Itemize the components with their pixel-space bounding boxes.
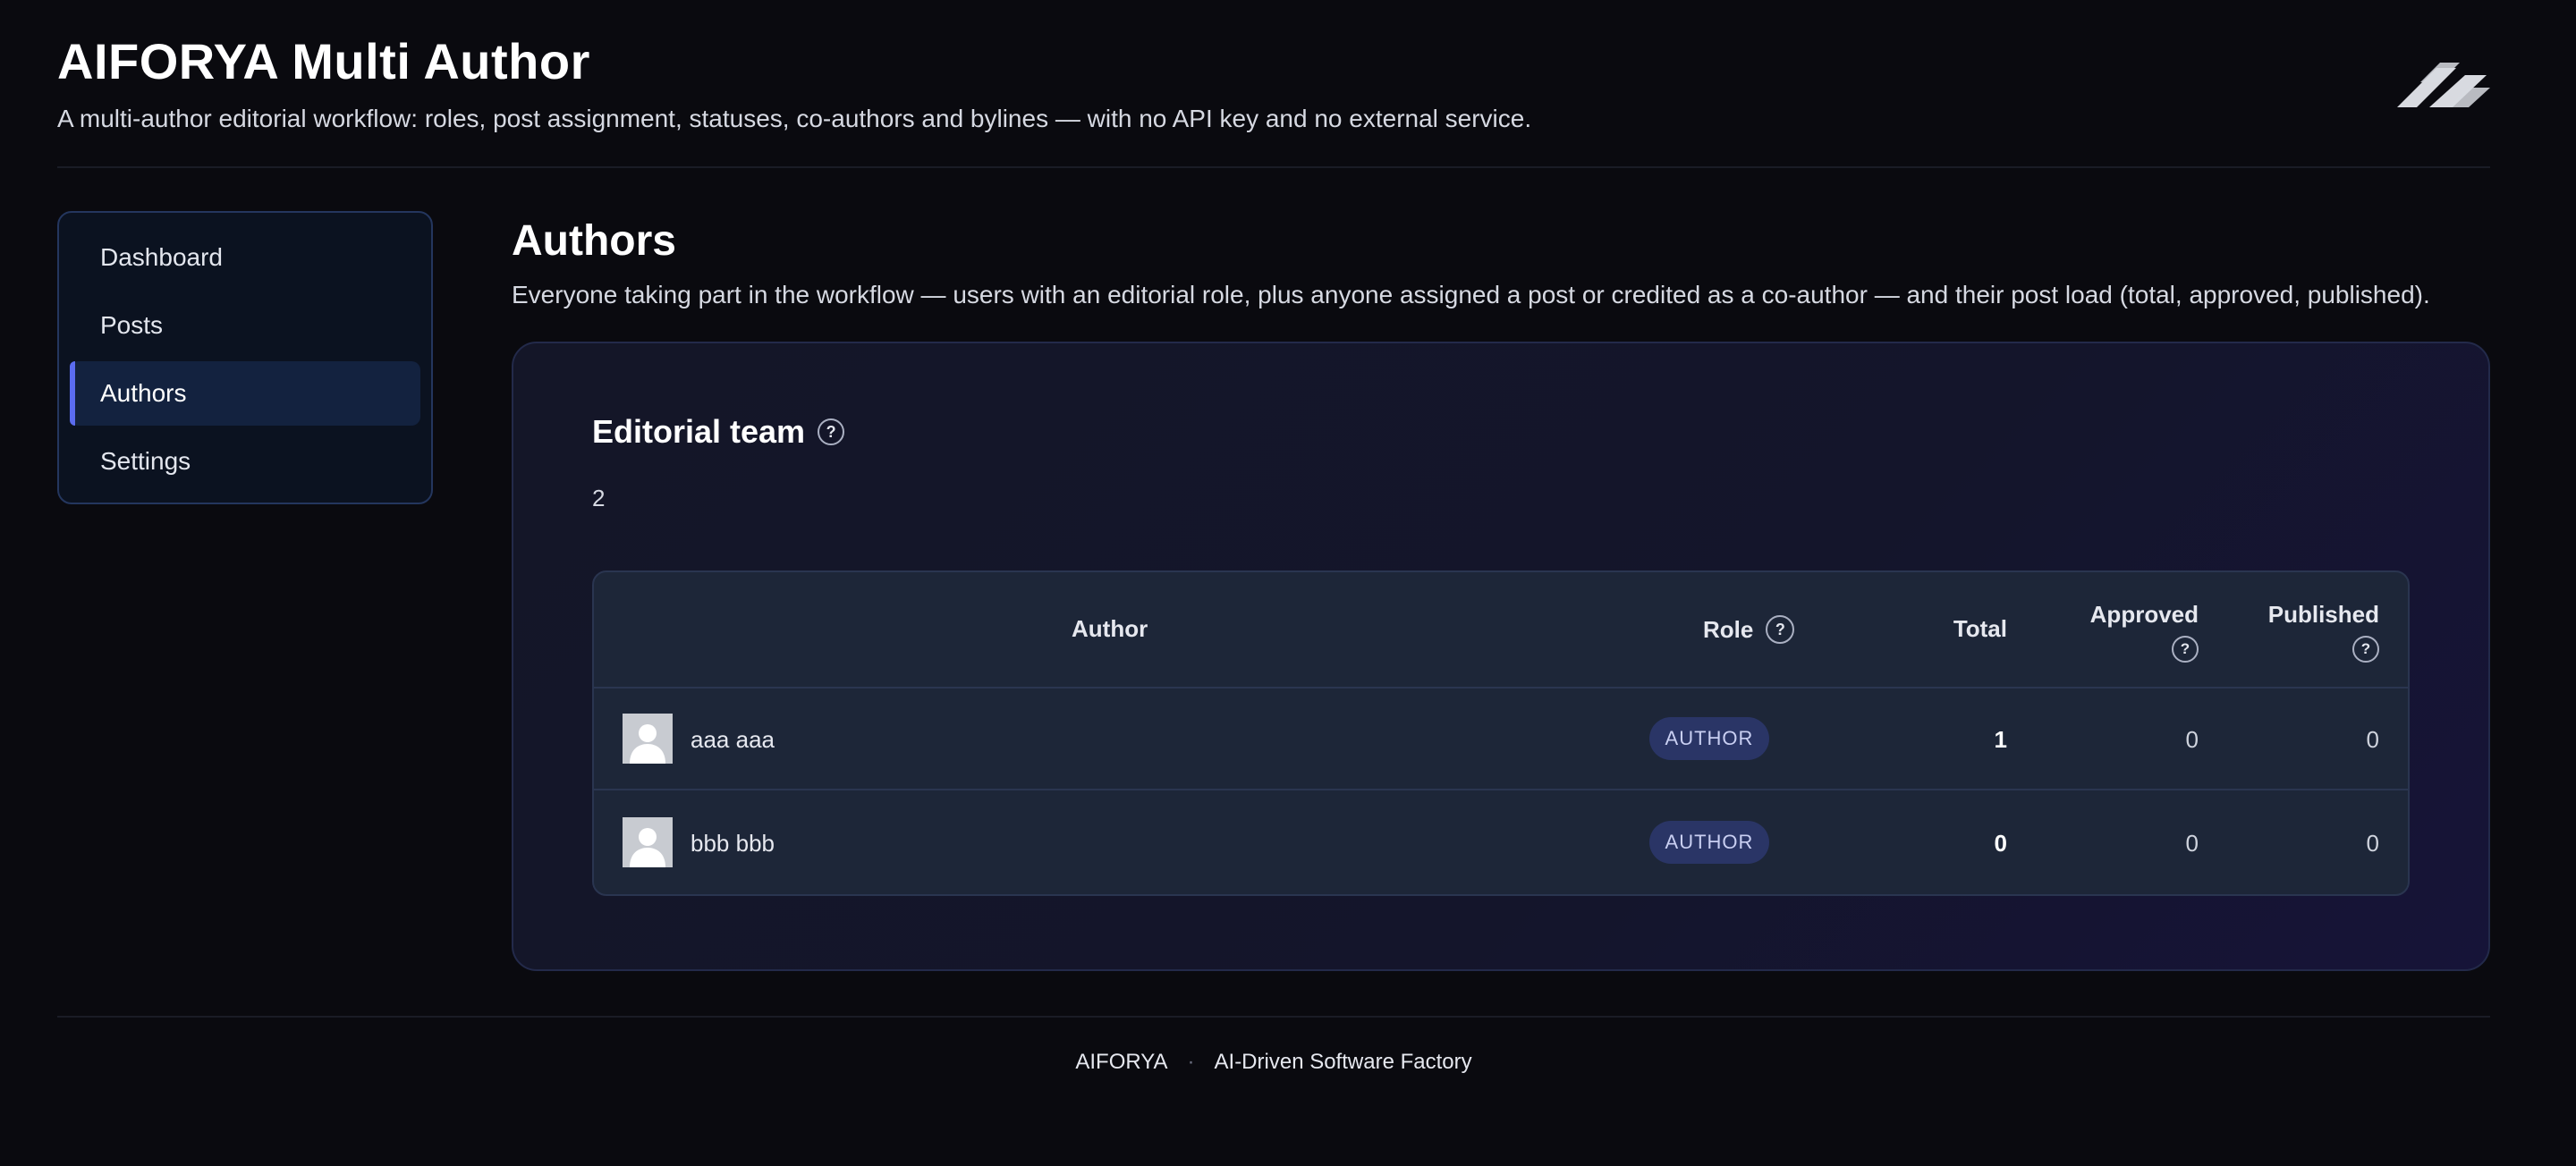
footer-brand[interactable]: AIFORYA	[1075, 1050, 1167, 1075]
editorial-team-panel: Editorial team ? 2 Author Role ? Total A…	[512, 342, 2490, 971]
sidebar-item-authors[interactable]: Authors	[70, 361, 420, 426]
role-badge: AUTHOR	[1649, 821, 1769, 864]
avatar	[623, 714, 673, 764]
section-title: Editorial team ?	[592, 413, 845, 451]
approved-count: 0	[2185, 726, 2199, 753]
page-description: Everyone taking part in the workflow — u…	[512, 281, 2430, 308]
role-help-icon[interactable]: ?	[1766, 615, 1795, 644]
column-header-author: Author	[1072, 615, 1148, 642]
page: AIFORYA Multi Author A multi-author edit…	[57, 0, 2490, 1166]
approved-help-icon[interactable]: ?	[2172, 636, 2199, 663]
column-header-approved: Approved ?	[2090, 601, 2199, 663]
total-count: 0	[1994, 830, 2007, 857]
column-header-role-label: Role	[1703, 615, 1754, 643]
footer-separator: ·	[1187, 1050, 1195, 1074]
help-icon[interactable]: ?	[818, 418, 845, 445]
sidebar-item-dashboard[interactable]: Dashboard	[70, 225, 420, 290]
column-header-published-label: Published	[2267, 601, 2379, 628]
column-header-published: Published ?	[2268, 601, 2379, 663]
table-row: bbb bbb AUTHOR 0 0 0	[594, 792, 2408, 894]
table-row: aaa aaa AUTHOR 1 0 0	[594, 689, 2408, 790]
section-title-text: Editorial team	[592, 413, 806, 450]
page-title: Authors	[512, 217, 676, 265]
footer-text: AIFORYA · AI-Driven Software Factory	[57, 1050, 2490, 1075]
role-badge: AUTHOR	[1649, 717, 1769, 760]
user-silhouette-icon	[623, 714, 673, 764]
approved-count: 0	[2185, 830, 2199, 857]
aiforya-logo-icon[interactable]	[2394, 55, 2492, 111]
published-count: 0	[2366, 830, 2379, 857]
avatar	[623, 817, 673, 867]
sidebar-item-posts[interactable]: Posts	[70, 293, 420, 358]
authors-table: Author Role ? Total Approved ? Published…	[592, 570, 2410, 896]
column-header-total: Total	[1953, 615, 2007, 642]
author-name[interactable]: bbb bbb	[691, 830, 775, 858]
total-count: 1	[1994, 726, 2007, 753]
table-header: Author Role ? Total Approved ? Published…	[594, 572, 2408, 689]
published-help-icon[interactable]: ?	[2352, 636, 2379, 663]
sidebar-item-settings[interactable]: Settings	[70, 429, 420, 494]
page-footer: AIFORYA · AI-Driven Software Factory	[57, 1016, 2490, 1074]
app-header: AIFORYA Multi Author A multi-author edit…	[57, 0, 2490, 168]
app-subtitle: A multi-author editorial workflow: roles…	[57, 105, 1532, 132]
team-count: 2	[592, 485, 606, 511]
user-silhouette-icon	[623, 817, 673, 867]
author-name[interactable]: aaa aaa	[691, 726, 775, 754]
app-title: AIFORYA Multi Author	[57, 33, 590, 89]
footer-tagline: AI-Driven Software Factory	[1214, 1050, 1472, 1074]
published-count: 0	[2366, 726, 2379, 753]
column-header-approved-label: Approved	[2089, 601, 2199, 628]
sidebar-nav: Dashboard Posts Authors Settings	[57, 211, 433, 504]
column-header-role: Role ?	[1703, 615, 1795, 644]
